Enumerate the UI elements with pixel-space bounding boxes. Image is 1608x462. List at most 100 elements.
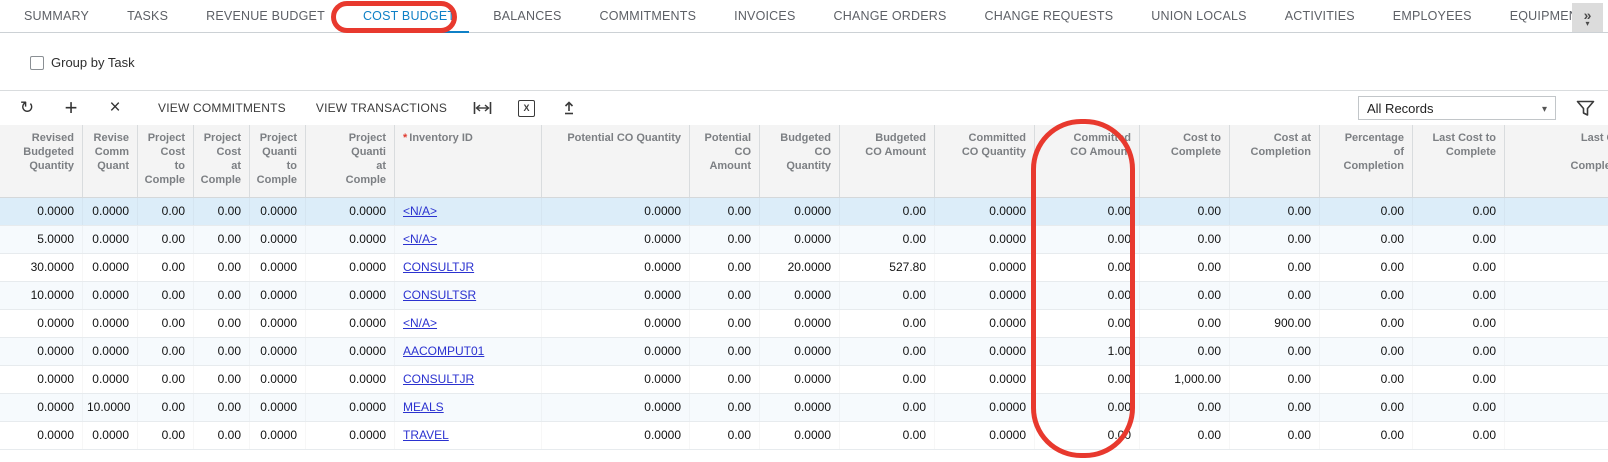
cell-project_cost_to_complete[interactable]: 0.00 bbox=[138, 282, 194, 309]
cell-last_cost_to_complete[interactable]: 0.00 bbox=[1413, 282, 1505, 309]
cell-project_cost_to_complete[interactable]: 0.00 bbox=[138, 422, 194, 449]
table-row[interactable]: 30.00000.00000.000.000.00000.0000CONSULT… bbox=[0, 254, 1608, 282]
tab-summary[interactable]: SUMMARY bbox=[5, 0, 108, 33]
cell-project_qty_at_completion[interactable]: 0.0000 bbox=[306, 338, 395, 365]
cell-project_cost_to_complete[interactable]: 0.00 bbox=[138, 338, 194, 365]
table-row[interactable]: 0.00000.00000.000.000.00000.0000TRAVEL0.… bbox=[0, 422, 1608, 450]
cell-cost_to_complete[interactable]: 1,000.00 bbox=[1140, 366, 1230, 393]
tab-employees[interactable]: EMPLOYEES bbox=[1374, 0, 1491, 33]
column-header-cost_to_complete[interactable]: Cost toComplete bbox=[1140, 125, 1230, 197]
add-row-button[interactable]: + bbox=[58, 95, 84, 121]
table-row[interactable]: 10.00000.00000.000.000.00000.0000CONSULT… bbox=[0, 282, 1608, 310]
filter-settings-button[interactable] bbox=[1576, 100, 1595, 122]
cell-potential_co_qty[interactable]: 0.0000 bbox=[542, 422, 690, 449]
cell-project_cost_at_completion[interactable]: 0.00 bbox=[194, 366, 250, 393]
cell-project_cost_to_complete[interactable]: 0.00 bbox=[138, 366, 194, 393]
cell-pct_of_completion[interactable]: 0.00 bbox=[1320, 366, 1413, 393]
cell-committed_co_qty[interactable]: 0.0000 bbox=[935, 394, 1035, 421]
cell-cost_at_completion[interactable]: 0.00 bbox=[1230, 422, 1320, 449]
cell-potential_co_amount[interactable]: 0.00 bbox=[690, 310, 760, 337]
cell-committed_co_amount[interactable]: 0.00 bbox=[1035, 198, 1140, 225]
cell-inventory_id[interactable]: CONSULTSR bbox=[395, 282, 542, 309]
column-header-project_qty_at_completion[interactable]: ProjectQuantiatComple bbox=[306, 125, 395, 197]
cell-project_cost_to_complete[interactable]: 0.00 bbox=[138, 226, 194, 253]
column-header-potential_co_amount[interactable]: PotentialCOAmount bbox=[690, 125, 760, 197]
cell-last_cost_to_complete[interactable]: 0.00 bbox=[1413, 338, 1505, 365]
column-header-potential_co_qty[interactable]: Potential CO Quantity bbox=[542, 125, 690, 197]
cell-revised_committed_qty[interactable]: 0.0000 bbox=[83, 422, 138, 449]
cell-revised_budgeted_qty[interactable]: 0.0000 bbox=[0, 422, 83, 449]
tab-tasks[interactable]: TASKS bbox=[108, 0, 187, 33]
cell-committed_co_amount[interactable]: 0.00 bbox=[1035, 310, 1140, 337]
cell-project_cost_at_completion[interactable]: 0.00 bbox=[194, 338, 250, 365]
cell-budgeted_co_amount[interactable]: 0.00 bbox=[840, 198, 935, 225]
cell-last_cost_to_complete[interactable]: 0.00 bbox=[1413, 254, 1505, 281]
cell-cost_to_complete[interactable]: 0.00 bbox=[1140, 282, 1230, 309]
cell-project_cost_at_completion[interactable]: 0.00 bbox=[194, 226, 250, 253]
cell-cost_at_completion[interactable]: 0.00 bbox=[1230, 198, 1320, 225]
column-header-cost_at_completion[interactable]: Cost atCompletion bbox=[1230, 125, 1320, 197]
cell-project_cost_at_completion[interactable]: 0.00 bbox=[194, 310, 250, 337]
cell-project_cost_at_completion[interactable]: 0.00 bbox=[194, 198, 250, 225]
cell-cost_at_completion[interactable]: 900.00 bbox=[1230, 310, 1320, 337]
tab-union-locals[interactable]: UNION LOCALS bbox=[1132, 0, 1265, 33]
cell-budgeted_co_amount[interactable]: 0.00 bbox=[840, 282, 935, 309]
cell-potential_co_qty[interactable]: 0.0000 bbox=[542, 282, 690, 309]
cell-inventory_id[interactable]: <N/A> bbox=[395, 226, 542, 253]
cell-inventory_id[interactable]: AACOMPUT01 bbox=[395, 338, 542, 365]
cell-revised_committed_qty[interactable]: 0.0000 bbox=[83, 366, 138, 393]
cell-last_cost_at_completion[interactable]: 0.00 bbox=[1505, 226, 1608, 253]
cell-revised_committed_qty[interactable]: 0.0000 bbox=[83, 254, 138, 281]
view-commitments-button[interactable]: VIEW COMMITMENTS bbox=[158, 101, 286, 115]
cell-committed_co_qty[interactable]: 0.0000 bbox=[935, 310, 1035, 337]
upload-button[interactable] bbox=[561, 100, 577, 116]
cell-project_qty_to_complete[interactable]: 0.0000 bbox=[250, 422, 306, 449]
cell-potential_co_amount[interactable]: 0.00 bbox=[690, 338, 760, 365]
cell-potential_co_amount[interactable]: 0.00 bbox=[690, 198, 760, 225]
cell-potential_co_qty[interactable]: 0.0000 bbox=[542, 394, 690, 421]
cell-inventory_id[interactable]: <N/A> bbox=[395, 198, 542, 225]
column-header-project_qty_to_complete[interactable]: ProjectQuantitoComple bbox=[250, 125, 306, 197]
cell-last_cost_at_completion[interactable]: 0.00 bbox=[1505, 366, 1608, 393]
cell-committed_co_amount[interactable]: 1.00 bbox=[1035, 338, 1140, 365]
tab-overflow-button[interactable]: » ▾ bbox=[1572, 3, 1603, 32]
cell-committed_co_amount[interactable]: 0.00 bbox=[1035, 366, 1140, 393]
cell-committed_co_amount[interactable]: 0.00 bbox=[1035, 254, 1140, 281]
inventory-id-link[interactable]: <N/A> bbox=[403, 232, 437, 246]
cell-revised_committed_qty[interactable]: 0.0000 bbox=[83, 310, 138, 337]
cell-cost_to_complete[interactable]: 0.00 bbox=[1140, 310, 1230, 337]
cell-budgeted_co_amount[interactable]: 0.00 bbox=[840, 310, 935, 337]
cell-budgeted_co_qty[interactable]: 0.0000 bbox=[760, 198, 840, 225]
cell-project_cost_at_completion[interactable]: 0.00 bbox=[194, 282, 250, 309]
cell-potential_co_amount[interactable]: 0.00 bbox=[690, 254, 760, 281]
column-header-last_cost_at_completion[interactable]: Last CostatCompletion bbox=[1505, 125, 1608, 197]
cell-revised_budgeted_qty[interactable]: 0.0000 bbox=[0, 338, 83, 365]
cell-potential_co_qty[interactable]: 0.0000 bbox=[542, 310, 690, 337]
records-filter-dropdown[interactable]: All Records ▾ bbox=[1358, 96, 1556, 120]
cell-project_qty_to_complete[interactable]: 0.0000 bbox=[250, 198, 306, 225]
cell-budgeted_co_qty[interactable]: 0.0000 bbox=[760, 226, 840, 253]
cell-cost_to_complete[interactable]: 0.00 bbox=[1140, 226, 1230, 253]
cell-project_qty_to_complete[interactable]: 0.0000 bbox=[250, 338, 306, 365]
cell-last_cost_at_completion[interactable]: 0.00 bbox=[1505, 310, 1608, 337]
cell-cost_at_completion[interactable]: 0.00 bbox=[1230, 366, 1320, 393]
cell-last_cost_to_complete[interactable]: 0.00 bbox=[1413, 394, 1505, 421]
cell-cost_at_completion[interactable]: 0.00 bbox=[1230, 254, 1320, 281]
group-by-task-checkbox[interactable] bbox=[30, 56, 44, 70]
column-header-project_cost_at_completion[interactable]: ProjectCostatComple bbox=[194, 125, 250, 197]
cell-budgeted_co_qty[interactable]: 0.0000 bbox=[760, 282, 840, 309]
cell-budgeted_co_amount[interactable]: 0.00 bbox=[840, 226, 935, 253]
inventory-id-link[interactable]: CONSULTJR bbox=[403, 260, 474, 274]
cell-budgeted_co_amount[interactable]: 527.80 bbox=[840, 254, 935, 281]
cell-budgeted_co_qty[interactable]: 0.0000 bbox=[760, 394, 840, 421]
view-transactions-button[interactable]: VIEW TRANSACTIONS bbox=[316, 101, 447, 115]
cell-pct_of_completion[interactable]: 0.00 bbox=[1320, 282, 1413, 309]
cell-inventory_id[interactable]: <N/A> bbox=[395, 310, 542, 337]
cell-inventory_id[interactable]: MEALS bbox=[395, 394, 542, 421]
cell-committed_co_amount[interactable]: 0.00 bbox=[1035, 226, 1140, 253]
cell-last_cost_at_completion[interactable]: 0.00 bbox=[1505, 394, 1608, 421]
cell-potential_co_qty[interactable]: 0.0000 bbox=[542, 226, 690, 253]
cell-project_qty_at_completion[interactable]: 0.0000 bbox=[306, 310, 395, 337]
cell-revised_budgeted_qty[interactable]: 0.0000 bbox=[0, 394, 83, 421]
inventory-id-link[interactable]: TRAVEL bbox=[403, 428, 449, 442]
